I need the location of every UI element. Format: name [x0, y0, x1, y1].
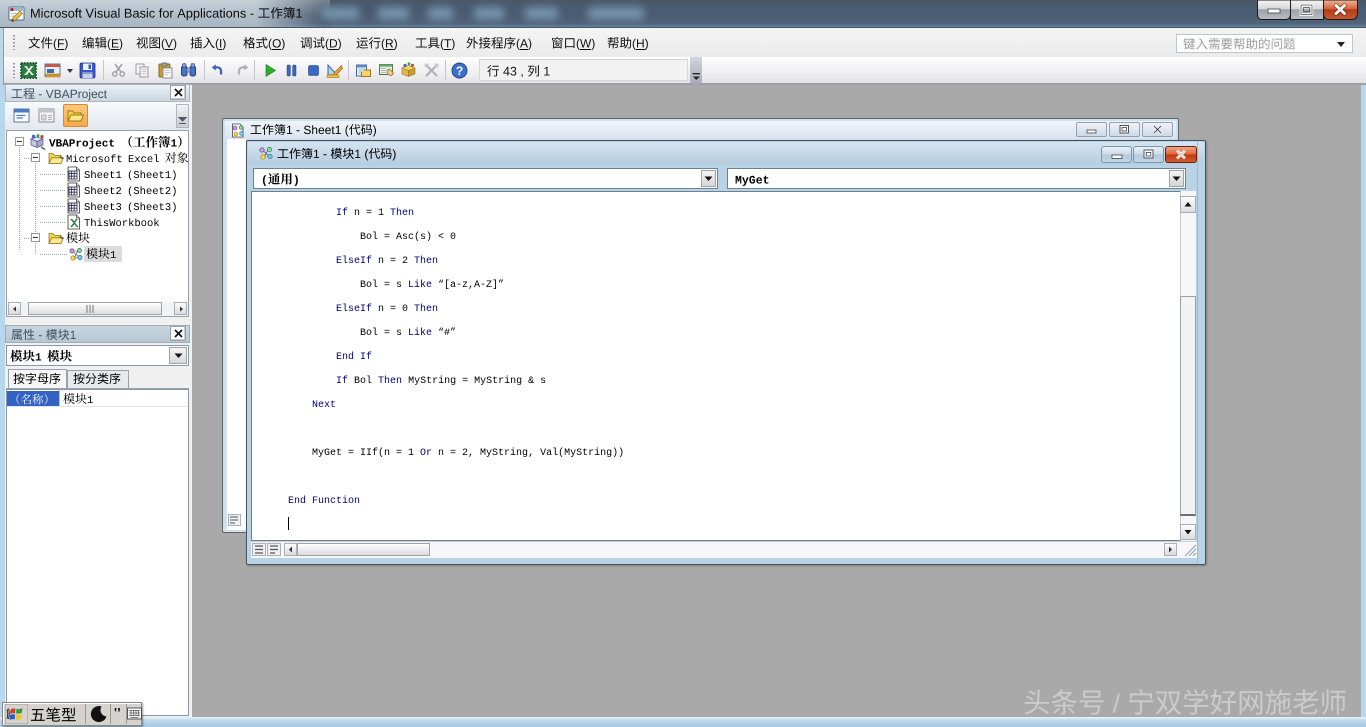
svg-text:?: ?	[456, 64, 463, 78]
